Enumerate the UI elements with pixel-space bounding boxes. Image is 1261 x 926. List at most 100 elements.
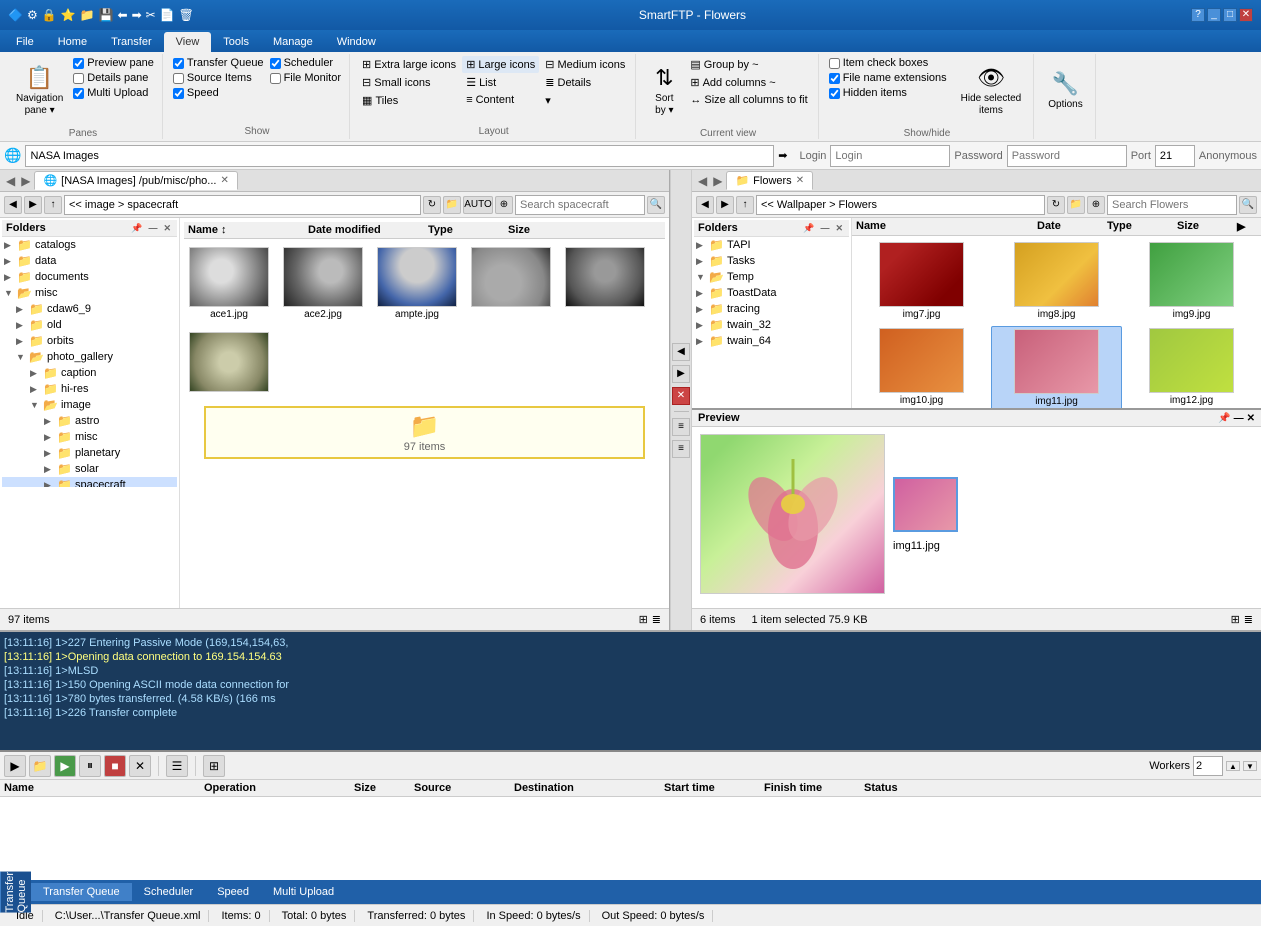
tq-col-op[interactable]: Operation — [204, 782, 354, 794]
file-item[interactable]: ace2.jpg — [278, 243, 368, 324]
col-type[interactable]: Type — [428, 224, 508, 236]
tab-scheduler[interactable]: Scheduler — [132, 883, 206, 901]
file-item[interactable] — [560, 243, 650, 324]
tool-icon-2[interactable]: 🔒 — [42, 8, 57, 22]
preview-min-btn[interactable]: — — [1234, 413, 1244, 424]
left-nav-next[interactable]: ▶ — [19, 174, 32, 188]
transfer-left-btn[interactable]: ◀ — [672, 343, 690, 361]
file-monitor-checkbox[interactable]: File Monitor — [268, 71, 343, 85]
file-name-ext-checkbox[interactable]: File name extensions — [827, 71, 949, 85]
side-btn-1[interactable]: ≡ — [672, 418, 690, 436]
details-btn[interactable]: ≣ Details — [541, 74, 629, 91]
folder-item[interactable]: ▶ 📁 misc — [2, 429, 177, 445]
right-nav-prev[interactable]: ◀ — [696, 174, 709, 188]
tq-col-start[interactable]: Start time — [664, 782, 764, 794]
folder-item-spacecraft[interactable]: ▶ 📁 spacecraft — [2, 477, 177, 487]
folder-item[interactable]: ▶ 📁 twain_64 — [694, 333, 849, 349]
tq-col-name[interactable]: Name — [4, 782, 204, 794]
tq-col-finish[interactable]: Finish time — [764, 782, 864, 794]
tab-manage[interactable]: Manage — [261, 32, 325, 52]
folder-item[interactable]: ▶ 📁 orbits — [2, 333, 177, 349]
tq-col-dest[interactable]: Destination — [514, 782, 664, 794]
right-tab-close[interactable]: ✕ — [796, 175, 804, 186]
col-type[interactable]: Type — [1107, 220, 1177, 233]
tab-file[interactable]: File — [4, 32, 46, 52]
tq-stop-btn[interactable]: ■ — [104, 755, 126, 777]
tab-view[interactable]: View — [164, 32, 212, 52]
tool-icon-10[interactable]: 🗑 — [179, 8, 194, 22]
flower-item[interactable]: img7.jpg — [856, 240, 987, 322]
list-btn[interactable]: ☰ List — [462, 74, 539, 91]
content-btn[interactable]: ≡ Content — [462, 92, 539, 108]
left-nav-prev[interactable]: ◀ — [4, 174, 17, 188]
right-nav-next[interactable]: ▶ — [711, 174, 724, 188]
group-by-btn[interactable]: ▤ Group by ~ — [686, 56, 811, 73]
source-items-input[interactable] — [173, 73, 184, 84]
folder-item[interactable]: ▶ 📁 tracing — [694, 301, 849, 317]
tab-tools[interactable]: Tools — [211, 32, 261, 52]
maximize-button[interactable]: □ — [1223, 8, 1237, 22]
transfer-queue-checkbox[interactable]: Transfer Queue — [171, 56, 266, 70]
file-monitor-input[interactable] — [270, 73, 281, 84]
flower-item[interactable]: img12.jpg — [1126, 326, 1257, 408]
tool-icon-8[interactable]: ✂ — [146, 8, 156, 22]
details-pane-checkbox[interactable]: Details pane — [71, 71, 156, 85]
left-up-btn[interactable]: ↑ — [44, 196, 62, 214]
col-size[interactable]: Size — [1177, 220, 1237, 233]
workers-down[interactable]: ▼ — [1243, 761, 1257, 771]
left-back-btn[interactable]: ◀ — [4, 196, 22, 214]
item-check-boxes-input[interactable] — [829, 58, 840, 69]
tq-col-size[interactable]: Size — [354, 782, 414, 794]
col-name[interactable]: Name ↕ — [188, 224, 308, 236]
scheduler-checkbox[interactable]: Scheduler — [268, 56, 343, 70]
tq-del-btn[interactable]: ✕ — [129, 755, 151, 777]
workers-up[interactable]: ▲ — [1226, 761, 1240, 771]
tool-icon-6[interactable]: ⬅ — [118, 8, 128, 22]
preview-close-btn[interactable]: ✕ — [1247, 413, 1255, 424]
hidden-items-checkbox[interactable]: Hidden items — [827, 86, 949, 100]
folder-item[interactable]: ▼ 📂 image — [2, 397, 177, 413]
folder-item[interactable]: ▶ 📁 twain_32 — [694, 317, 849, 333]
folder-item[interactable]: ▶ 📁 astro — [2, 413, 177, 429]
close-tree-btn[interactable]: ✕ — [161, 223, 173, 234]
folder-item[interactable]: ▶ 📁 cdaw6_9 — [2, 301, 177, 317]
tq-col-source[interactable]: Source — [414, 782, 514, 794]
item-check-boxes-checkbox[interactable]: Item check boxes — [827, 56, 949, 70]
tool-icon-3[interactable]: ⭐ — [61, 8, 76, 22]
file-item[interactable] — [184, 328, 274, 398]
folder-item[interactable]: ▶ 📁 data — [2, 253, 177, 269]
close-button[interactable]: ✕ — [1239, 8, 1253, 22]
col-name[interactable]: Name — [856, 220, 1037, 233]
right-collapse-btn[interactable]: — — [818, 223, 831, 234]
right-folder-btn[interactable]: 📁 — [1067, 196, 1085, 214]
left-search-btn[interactable]: 🔍 — [647, 196, 665, 214]
source-items-checkbox[interactable]: Source Items — [171, 71, 266, 85]
folder-item[interactable]: ▼ 📂 Temp — [694, 269, 849, 285]
right-panel-tab[interactable]: 📁 Flowers ✕ — [726, 171, 813, 190]
left-auto-btn[interactable]: AUTO — [463, 196, 493, 214]
right-close-tree-btn[interactable]: ✕ — [833, 223, 845, 234]
col-date[interactable]: Date — [1037, 220, 1107, 233]
tool-icon-1[interactable]: ⚙ — [27, 8, 38, 22]
navigation-pane-btn[interactable]: 📋 Navigationpane ▾ — [10, 56, 69, 126]
large-icons-btn[interactable]: ⊞ Large icons — [462, 56, 539, 73]
right-up-btn[interactable]: ↑ — [736, 196, 754, 214]
folder-item[interactable]: ▶ 📁 hi-res — [2, 381, 177, 397]
sort-by-btn[interactable]: ⇅ Sortby ▾ — [644, 56, 684, 126]
col-date[interactable]: Date modified — [308, 224, 428, 236]
scheduler-input[interactable] — [270, 58, 281, 69]
transfer-queue-input[interactable] — [173, 58, 184, 69]
flower-item[interactable]: img10.jpg — [856, 326, 987, 408]
collapse-btn[interactable]: — — [146, 223, 159, 234]
right-view-icon-1[interactable]: ⊞ — [1231, 613, 1240, 626]
left-panel-tab[interactable]: 🌐 [NASA Images] /pub/misc/pho... ✕ — [34, 171, 237, 190]
tab-window[interactable]: Window — [325, 32, 388, 52]
right-pin-btn[interactable]: 📌 — [801, 223, 816, 234]
flower-item-selected[interactable]: img11.jpg — [991, 326, 1122, 408]
folder-item[interactable]: ▶ 📁 Tasks — [694, 253, 849, 269]
tq-btn-1[interactable]: ▶ — [4, 755, 26, 777]
help-button[interactable]: ? — [1191, 8, 1205, 22]
options-btn[interactable]: 🔧 Options — [1042, 56, 1088, 126]
tool-icon-7[interactable]: ➡ — [132, 8, 142, 22]
flower-item[interactable]: img8.jpg — [991, 240, 1122, 322]
